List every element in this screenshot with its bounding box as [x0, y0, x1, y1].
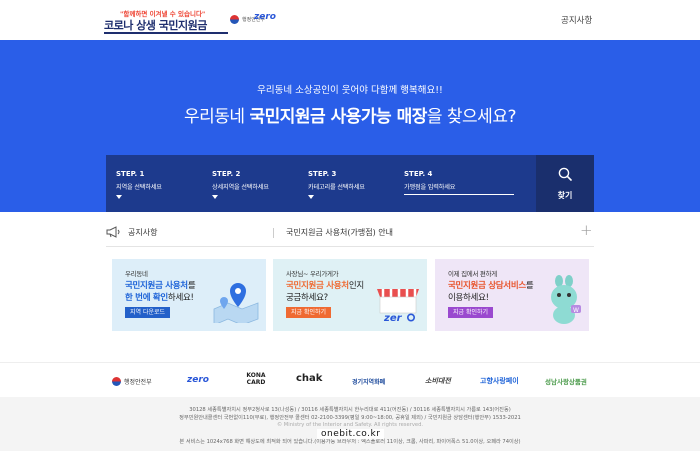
- zero-logo: zero: [254, 12, 276, 22]
- hero-title: 우리동네 국민지원금 사용가능 매장을 찾으세요?: [0, 102, 700, 127]
- card-line-3: 궁금하세요?: [286, 293, 328, 303]
- card-counsel-service[interactable]: 이제 집에서 편하게 국민지원금 상담서비스를 이용하세요! 지금 확인하기 W: [435, 259, 589, 331]
- footer-browser-notice: 본 서비스는 1024x768 화면 해상도에 최적화 되어 있습니다.(이용가…: [179, 439, 521, 445]
- logo-underline: [104, 32, 228, 34]
- partner-goyang-logo[interactable]: 고향사랑페이: [480, 376, 519, 386]
- step-3-category-select[interactable]: STEP. 3 카테고리를 선택하세요: [298, 155, 398, 212]
- counsel-check-button[interactable]: 지금 확인하기: [448, 307, 494, 318]
- taegeuk-icon: [112, 377, 121, 386]
- card-line-2: 국민지원금 사용처인지: [286, 279, 364, 291]
- store-name-placeholder[interactable]: 가맹점을 입력하세요: [404, 182, 455, 191]
- store-search-bar: STEP. 1 지역을 선택하세요 STEP. 2 상세지역을 선택하세요 ST…: [106, 155, 594, 212]
- footer-copyright: © Ministry of the Interior and Safety. A…: [276, 422, 424, 428]
- step-1-region-select[interactable]: STEP. 1 지역을 선택하세요: [106, 155, 206, 212]
- card-line-3: 한 번에 확인하세요!: [125, 291, 194, 303]
- chevron-down-icon: [116, 195, 122, 199]
- card-region-download[interactable]: 우리동네 국민지원금 사용처를 한 번에 확인하세요! 지역 다운로드: [112, 259, 266, 331]
- footer: 30128 세종특별자치시 정부2청사로 13(나성동) / 30116 세종특…: [0, 397, 700, 451]
- card-store-check[interactable]: 사장님~ 우리가게가 국민지원금 사용처인지 궁금하세요? 지금 확인하기 ze…: [273, 259, 427, 331]
- section-divider: [106, 246, 594, 247]
- step-label: STEP. 3: [308, 170, 337, 178]
- hero-title-bold: 국민지원금 사용가능 매장: [249, 107, 427, 127]
- card-text: 하세요!: [167, 293, 194, 303]
- map-pin-icon: [213, 283, 259, 323]
- step-desc: 카테고리를 선택하세요: [308, 184, 365, 191]
- svg-text:W: W: [573, 307, 579, 314]
- store-check-button[interactable]: 지금 확인하기: [286, 307, 332, 318]
- notice-item-link[interactable]: 국민지원금 사용처(가맹점) 안내: [286, 227, 393, 238]
- card-line-1: 이제 집에서 편하게: [448, 270, 497, 278]
- storefront-icon: zer: [377, 289, 419, 324]
- notice-bar: 공지사항 국민지원금 사용처(가맹점) 안내 +: [106, 222, 594, 244]
- step-label: STEP. 1: [116, 170, 145, 178]
- taegeuk-icon: [230, 14, 239, 24]
- partner-name: 행정안전부: [124, 379, 152, 386]
- chevron-down-icon: [212, 195, 218, 199]
- mascot-icon: W: [551, 275, 581, 324]
- header: "함께하면 이겨낼 수 있습니다" 코로나 상생 국민지원금 행정안전부 zer…: [0, 0, 700, 40]
- partner-gyeonggi-logo[interactable]: 경기지역화폐: [352, 377, 385, 386]
- hero-title-pre: 우리동네: [184, 107, 250, 127]
- card-highlight: 국민지원금 상담서비스: [448, 281, 526, 291]
- page: "함께하면 이겨낼 수 있습니다" 코로나 상생 국민지원금 행정안전부 zer…: [0, 0, 700, 451]
- partner-seongnam-logo[interactable]: 성남사랑상품권: [545, 376, 587, 386]
- card-highlight: 국민지원금 사용처: [286, 281, 349, 291]
- card-highlight: 국민지원금 사용처: [125, 281, 188, 291]
- card-line-2: 국민지원금 상담서비스를: [448, 279, 534, 291]
- partner-logos: 행정안전부 zero KONA CARD chak 경기지역화폐 소비대전 고향…: [0, 362, 700, 396]
- card-line-3: 이용하세요!: [448, 293, 489, 303]
- card-text: 인지: [348, 281, 364, 291]
- hero-banner: 우리동네 소상공인이 웃어야 다함께 행복해요!! 우리동네 국민지원금 사용가…: [0, 40, 700, 212]
- footer-address: 30128 세종특별자치시 정부2청사로 13(나성동) / 30116 세종특…: [189, 407, 511, 413]
- step-label: STEP. 2: [212, 170, 241, 178]
- notice-label: 공지사항: [128, 228, 158, 237]
- plus-icon[interactable]: +: [580, 223, 593, 238]
- megaphone-icon: [106, 226, 120, 238]
- site-logo[interactable]: "함께하면 이겨낼 수 있습니다" 코로나 상생 국민지원금: [104, 8, 228, 34]
- partner-kona-logo[interactable]: KONA CARD: [243, 372, 269, 386]
- svg-text:zer: zer: [383, 313, 403, 324]
- step-2-detail-region-select[interactable]: STEP. 2 상세지역을 선택하세요: [202, 155, 302, 212]
- watermark: onebit.co.kr: [317, 429, 385, 439]
- hero-subtitle: 우리동네 소상공인이 웃어야 다함께 행복해요!!: [257, 85, 443, 96]
- notice-divider: [273, 228, 274, 238]
- step-4-store-input[interactable]: STEP. 4 가맹점을 입력하세요: [394, 155, 534, 212]
- card-line-1: 우리동네: [125, 270, 148, 278]
- card-line-1: 사장님~ 우리가게가: [286, 270, 339, 278]
- card-text: 를: [187, 281, 196, 291]
- search-icon: [558, 167, 572, 181]
- step-desc: 지역을 선택하세요: [116, 184, 162, 191]
- partner-zero-logo[interactable]: zero: [187, 375, 209, 385]
- card-line-2: 국민지원금 사용처를: [125, 279, 196, 291]
- step-desc: 상세지역을 선택하세요: [212, 184, 269, 191]
- find-button[interactable]: 찾기: [536, 155, 594, 212]
- partner-ministry-logo[interactable]: 행정안전부: [112, 377, 152, 386]
- partner-sobidaejeon-logo[interactable]: 소비대전: [425, 376, 451, 386]
- find-label: 찾기: [557, 191, 573, 200]
- notice-link[interactable]: 공지사항: [561, 14, 592, 26]
- card-highlight: 한 번에 확인: [125, 293, 168, 303]
- input-underline: [404, 194, 514, 195]
- chevron-down-icon: [308, 195, 314, 199]
- footer-callcenter: 정부민원안내콜센터 국번없이110(무료), 행정안전부 콜센터 02-2100…: [179, 415, 521, 421]
- partner-chak-logo[interactable]: chak: [296, 373, 322, 384]
- hero-title-post: 을 찾으세요?: [426, 107, 517, 127]
- region-download-button[interactable]: 지역 다운로드: [125, 307, 171, 318]
- step-label: STEP. 4: [404, 170, 433, 178]
- card-text: 를: [525, 281, 534, 291]
- logo-title: 코로나 상생 국민지원금: [104, 19, 207, 32]
